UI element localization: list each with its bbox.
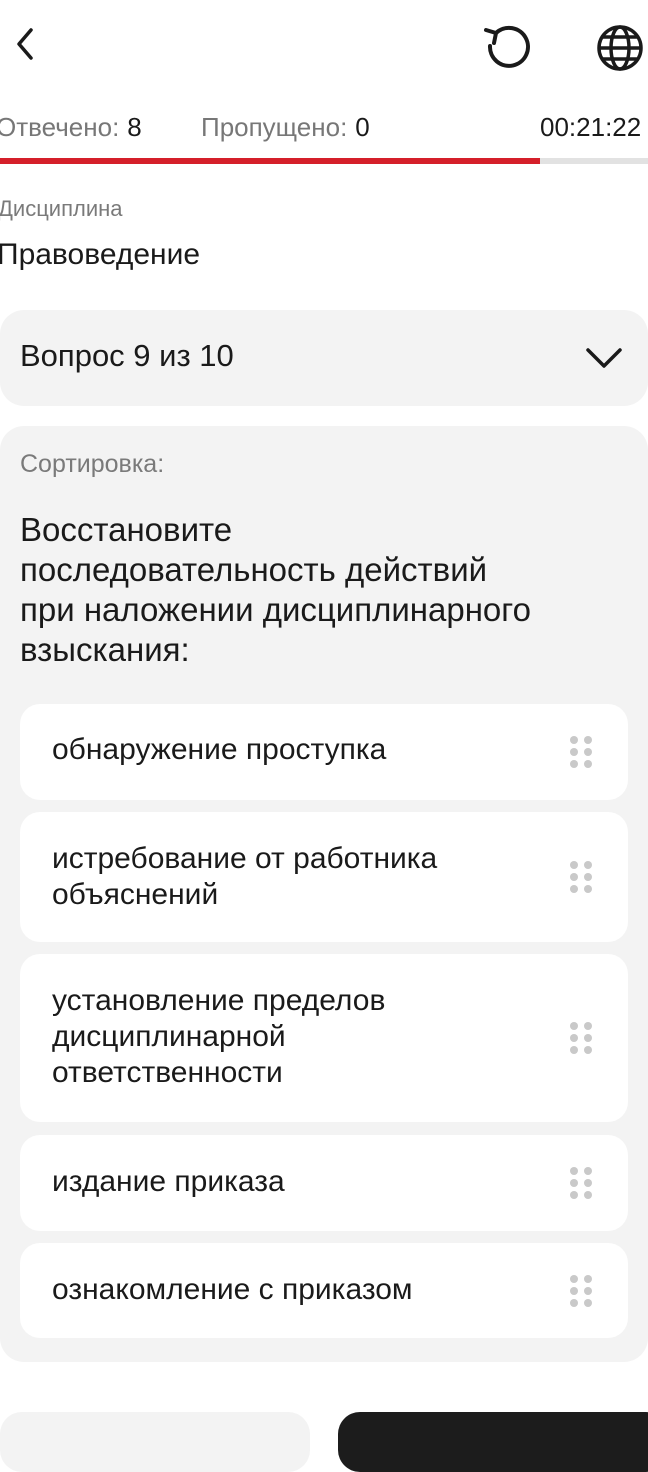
option-text: ознакомление с приказом [52, 1272, 522, 1308]
chevron-down-icon[interactable] [584, 340, 624, 376]
drag-handle-icon[interactable] [568, 859, 594, 895]
drag-handle-icon[interactable] [568, 734, 594, 770]
option-text-line: установление пределов [52, 984, 386, 1017]
option-text: издание приказа [52, 1164, 522, 1200]
answered-stat: Отвечено: 8 [0, 112, 142, 143]
option-text: установление пределов дисциплинарной отв… [52, 983, 522, 1091]
timer: 00:21:22 [540, 112, 642, 142]
progress-fill [0, 158, 540, 164]
question-selector-label: Вопрос 9 из 10 [20, 338, 234, 373]
drag-handle-icon[interactable] [568, 1273, 594, 1309]
option-text-line: объяснений [52, 878, 219, 911]
sortable-option[interactable]: издание приказа [20, 1135, 628, 1231]
drag-handle-icon[interactable] [568, 1165, 594, 1201]
undo-icon [484, 25, 530, 68]
question-card: Сортировка: Восстановите последовательно… [0, 426, 648, 1362]
sortable-option[interactable]: истребование от работника объяснений [20, 812, 628, 942]
option-text: обнаружение проступка [52, 732, 522, 768]
option-text-line: издание приказа [52, 1165, 285, 1198]
answered-label: Отвечено: [0, 112, 120, 142]
top-bar [0, 0, 648, 96]
option-text-line: обнаружение проступка [52, 733, 387, 766]
globe-icon [597, 25, 643, 71]
question-title-line: Восстановите [20, 511, 233, 548]
sortable-option[interactable]: обнаружение проступка [20, 704, 628, 800]
language-button[interactable] [592, 20, 648, 76]
secondary-button[interactable] [0, 1412, 310, 1472]
question-type-label: Сортировка: [20, 450, 165, 478]
skipped-count: 0 [355, 112, 370, 142]
question-title: Восстановите последовательность действий… [20, 510, 628, 670]
back-button[interactable] [0, 20, 44, 68]
discipline-label: Дисциплина [0, 196, 123, 221]
question-title-line: взыскания: [20, 631, 190, 668]
sortable-option[interactable]: ознакомление с приказом [20, 1243, 628, 1338]
reset-button[interactable] [478, 20, 534, 76]
discipline-value: Правоведение [0, 238, 201, 271]
option-text-line: истребование от работника [52, 842, 438, 875]
drag-handle-icon[interactable] [568, 1020, 594, 1056]
skipped-stat: Пропущено: 0 [201, 112, 370, 143]
primary-button[interactable] [338, 1412, 648, 1472]
question-title-line: при наложении дисциплинарного [20, 591, 531, 628]
question-title-line: последовательность действий [20, 551, 488, 588]
question-selector[interactable]: Вопрос 9 из 10 [0, 310, 648, 406]
option-text-line: ответственности [52, 1056, 283, 1089]
answered-count: 8 [127, 112, 142, 142]
option-text-line: дисциплинарной [52, 1020, 286, 1053]
option-text: истребование от работника объяснений [52, 841, 522, 913]
stats-row: Отвечено: 8 Пропущено: 0 00:21:22 [0, 108, 648, 148]
chevron-left-icon [17, 28, 33, 60]
option-text-line: ознакомление с приказом [52, 1273, 413, 1306]
skipped-label: Пропущено: [201, 112, 348, 142]
sortable-option[interactable]: установление пределов дисциплинарной отв… [20, 954, 628, 1122]
progress-bar [0, 158, 648, 164]
